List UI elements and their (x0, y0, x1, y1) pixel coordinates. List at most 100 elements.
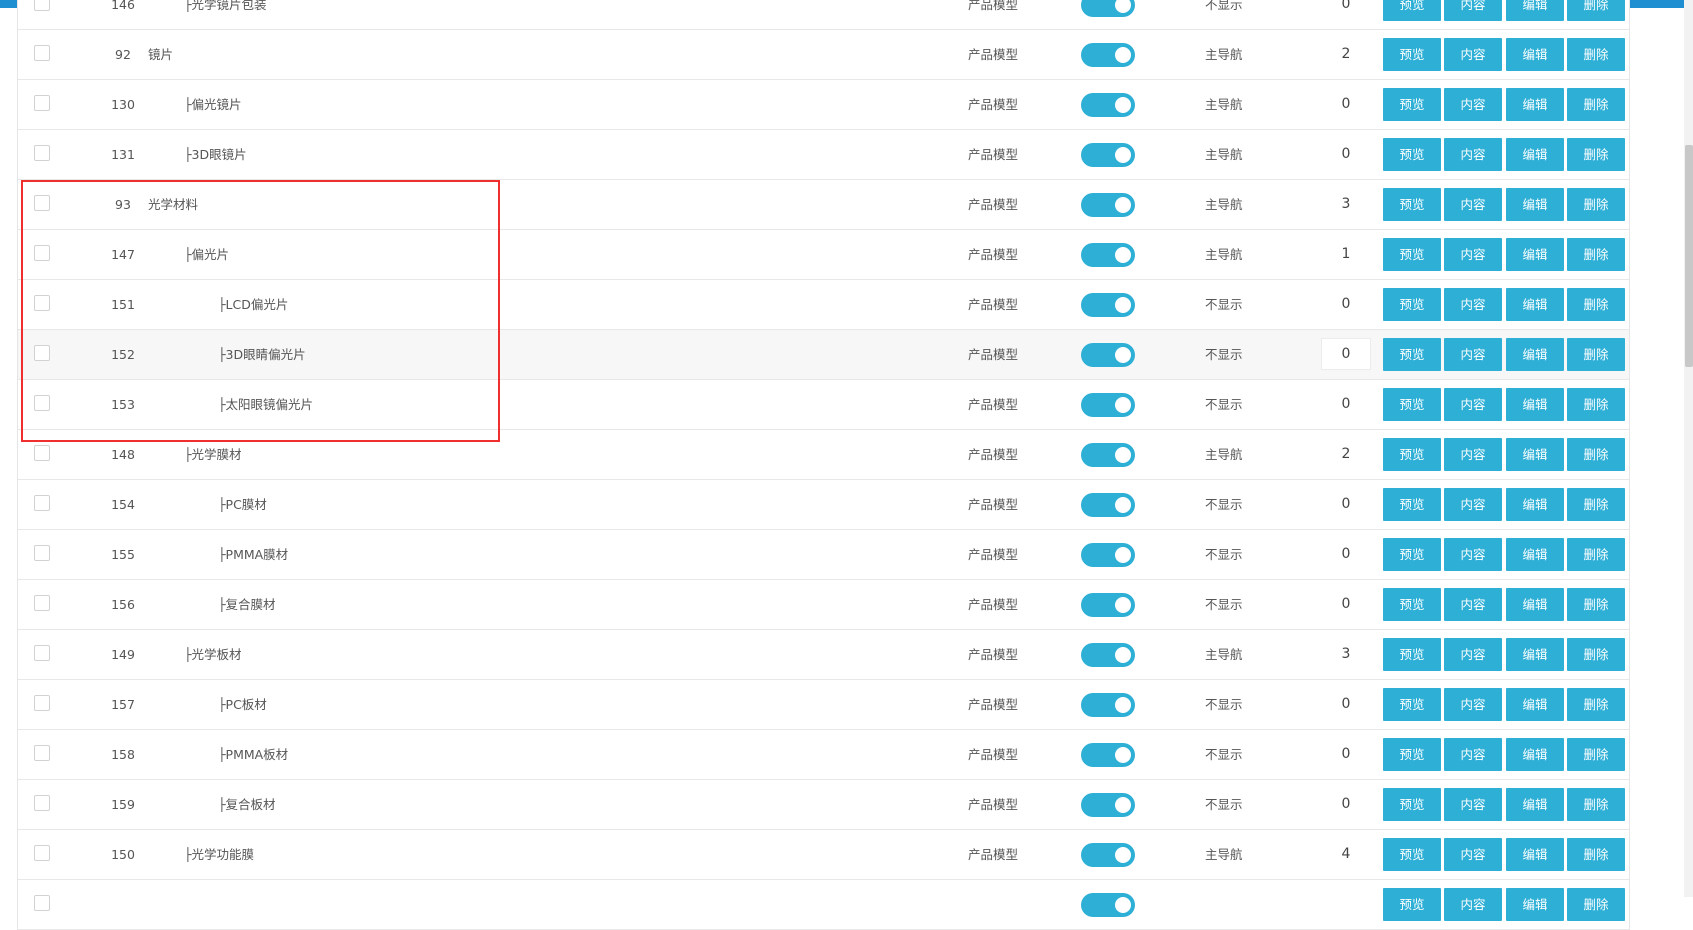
row-checkbox[interactable] (34, 495, 50, 511)
preview-button[interactable]: 预览 (1383, 238, 1441, 271)
delete-button[interactable]: 删除 (1567, 688, 1625, 721)
preview-button[interactable]: 预览 (1383, 838, 1441, 871)
edit-button[interactable]: 编辑 (1506, 588, 1564, 621)
delete-button[interactable]: 删除 (1567, 138, 1625, 171)
content-button[interactable]: 内容 (1444, 688, 1502, 721)
sort-order[interactable]: 0 (1316, 330, 1376, 379)
content-button[interactable]: 内容 (1444, 0, 1502, 21)
content-button[interactable]: 内容 (1444, 738, 1502, 771)
delete-button[interactable]: 删除 (1567, 538, 1625, 571)
edit-button[interactable]: 编辑 (1506, 788, 1564, 821)
edit-button[interactable]: 编辑 (1506, 538, 1564, 571)
content-button[interactable]: 内容 (1444, 438, 1502, 471)
preview-button[interactable]: 预览 (1383, 688, 1441, 721)
status-toggle[interactable] (1081, 43, 1135, 67)
delete-button[interactable]: 删除 (1567, 88, 1625, 121)
edit-button[interactable]: 编辑 (1506, 488, 1564, 521)
content-button[interactable]: 内容 (1444, 338, 1502, 371)
status-toggle[interactable] (1081, 793, 1135, 817)
preview-button[interactable]: 预览 (1383, 188, 1441, 221)
edit-button[interactable]: 编辑 (1506, 188, 1564, 221)
content-button[interactable]: 内容 (1444, 38, 1502, 71)
status-toggle[interactable] (1081, 443, 1135, 467)
content-button[interactable]: 内容 (1444, 638, 1502, 671)
status-toggle[interactable] (1081, 543, 1135, 567)
status-toggle[interactable] (1081, 143, 1135, 167)
row-checkbox[interactable] (34, 145, 50, 161)
row-checkbox[interactable] (34, 745, 50, 761)
status-toggle[interactable] (1081, 0, 1135, 17)
edit-button[interactable]: 编辑 (1506, 438, 1564, 471)
edit-button[interactable]: 编辑 (1506, 638, 1564, 671)
edit-button[interactable]: 编辑 (1506, 138, 1564, 171)
edit-button[interactable]: 编辑 (1506, 838, 1564, 871)
content-button[interactable]: 内容 (1444, 788, 1502, 821)
sort-order-value[interactable]: 0 (1321, 338, 1371, 370)
content-button[interactable]: 内容 (1444, 238, 1502, 271)
edit-button[interactable]: 编辑 (1506, 288, 1564, 321)
status-toggle[interactable] (1081, 93, 1135, 117)
row-checkbox[interactable] (34, 845, 50, 861)
preview-button[interactable]: 预览 (1383, 438, 1441, 471)
edit-button[interactable]: 编辑 (1506, 388, 1564, 421)
row-checkbox[interactable] (34, 95, 50, 111)
row-checkbox[interactable] (34, 595, 50, 611)
edit-button[interactable]: 编辑 (1506, 88, 1564, 121)
row-checkbox[interactable] (34, 795, 50, 811)
content-button[interactable]: 内容 (1444, 288, 1502, 321)
edit-button[interactable]: 编辑 (1506, 338, 1564, 371)
edit-button[interactable]: 编辑 (1506, 688, 1564, 721)
row-checkbox[interactable] (34, 45, 50, 61)
delete-button[interactable]: 删除 (1567, 488, 1625, 521)
delete-button[interactable]: 删除 (1567, 738, 1625, 771)
delete-button[interactable]: 删除 (1567, 388, 1625, 421)
preview-button[interactable]: 预览 (1383, 88, 1441, 121)
content-button[interactable]: 内容 (1444, 88, 1502, 121)
row-checkbox[interactable] (34, 695, 50, 711)
status-toggle[interactable] (1081, 743, 1135, 767)
delete-button[interactable]: 删除 (1567, 288, 1625, 321)
preview-button[interactable]: 预览 (1383, 488, 1441, 521)
content-button[interactable]: 内容 (1444, 188, 1502, 221)
status-toggle[interactable] (1081, 493, 1135, 517)
content-button[interactable]: 内容 (1444, 888, 1502, 921)
preview-button[interactable]: 预览 (1383, 538, 1441, 571)
preview-button[interactable]: 预览 (1383, 138, 1441, 171)
content-button[interactable]: 内容 (1444, 138, 1502, 171)
content-button[interactable]: 内容 (1444, 538, 1502, 571)
status-toggle[interactable] (1081, 293, 1135, 317)
status-toggle[interactable] (1081, 693, 1135, 717)
delete-button[interactable]: 删除 (1567, 638, 1625, 671)
row-checkbox[interactable] (34, 445, 50, 461)
delete-button[interactable]: 删除 (1567, 588, 1625, 621)
status-toggle[interactable] (1081, 343, 1135, 367)
delete-button[interactable]: 删除 (1567, 838, 1625, 871)
edit-button[interactable]: 编辑 (1506, 38, 1564, 71)
delete-button[interactable]: 删除 (1567, 188, 1625, 221)
content-button[interactable]: 内容 (1444, 838, 1502, 871)
delete-button[interactable]: 删除 (1567, 438, 1625, 471)
scrollbar-thumb[interactable] (1685, 145, 1693, 367)
scrollbar-track[interactable] (1684, 0, 1693, 897)
preview-button[interactable]: 预览 (1383, 888, 1441, 921)
content-button[interactable]: 内容 (1444, 388, 1502, 421)
row-checkbox[interactable] (34, 895, 50, 911)
status-toggle[interactable] (1081, 593, 1135, 617)
preview-button[interactable]: 预览 (1383, 388, 1441, 421)
status-toggle[interactable] (1081, 243, 1135, 267)
preview-button[interactable]: 预览 (1383, 0, 1441, 21)
edit-button[interactable]: 编辑 (1506, 0, 1564, 21)
content-button[interactable]: 内容 (1444, 588, 1502, 621)
row-checkbox[interactable] (34, 0, 50, 11)
preview-button[interactable]: 预览 (1383, 288, 1441, 321)
status-toggle[interactable] (1081, 193, 1135, 217)
preview-button[interactable]: 预览 (1383, 738, 1441, 771)
delete-button[interactable]: 删除 (1567, 0, 1625, 21)
status-toggle[interactable] (1081, 843, 1135, 867)
edit-button[interactable]: 编辑 (1506, 888, 1564, 921)
preview-button[interactable]: 预览 (1383, 788, 1441, 821)
delete-button[interactable]: 删除 (1567, 38, 1625, 71)
delete-button[interactable]: 删除 (1567, 788, 1625, 821)
status-toggle[interactable] (1081, 643, 1135, 667)
delete-button[interactable]: 删除 (1567, 888, 1625, 921)
